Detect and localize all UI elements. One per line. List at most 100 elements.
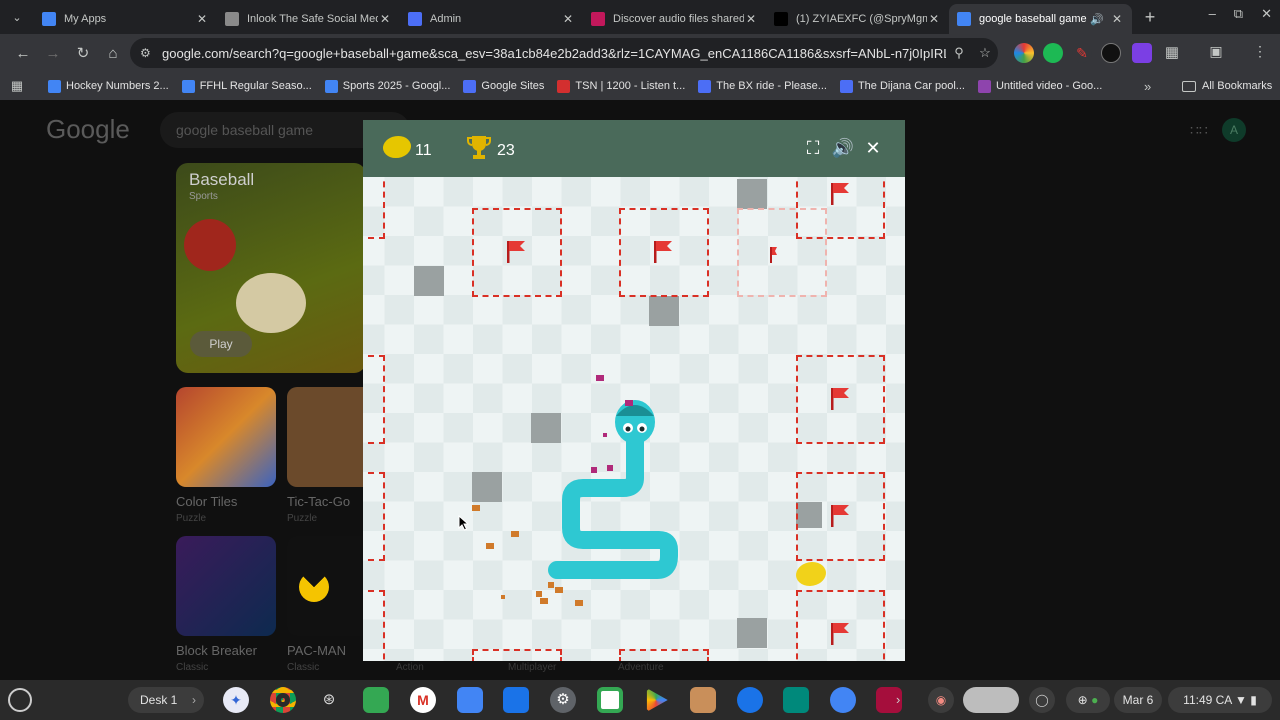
fullscreen-button[interactable]: ⛶ <box>801 136 825 160</box>
bookmark-item[interactable]: The BX ride - Please... <box>698 79 827 93</box>
settings-app-icon[interactable]: ⚙ <box>550 687 576 713</box>
sound-button[interactable]: 🔊 <box>831 136 855 160</box>
bookmark-label: FFHL Regular Seaso... <box>199 80 312 92</box>
site-info-icon[interactable]: ⚙ <box>140 46 158 60</box>
back-button[interactable]: ← <box>8 45 38 62</box>
extension-color-icon[interactable] <box>1014 43 1034 63</box>
chevron-right-icon: › <box>192 693 196 707</box>
character-illustration <box>184 219 236 271</box>
apps-app-icon[interactable] <box>363 687 389 713</box>
bookmark-item[interactable]: Google Sites <box>463 79 544 93</box>
tab-close-icon[interactable]: ✕ <box>378 12 392 26</box>
new-tab-button[interactable]: + <box>1136 7 1164 28</box>
extensions-puzzle-icon[interactable]: ▦ <box>1162 43 1182 63</box>
google-apps-icon[interactable]: ∷∷ <box>1190 122 1208 139</box>
chrome-app-icon[interactable] <box>270 687 296 713</box>
color-tiles-card[interactable] <box>176 387 276 487</box>
tab-close-icon[interactable]: ✕ <box>195 12 209 26</box>
restore-icon[interactable]: ⧉ <box>1234 6 1243 22</box>
meet-app-icon[interactable] <box>597 687 623 713</box>
clock-app-icon[interactable] <box>830 687 856 713</box>
baseball-feature-card[interactable]: Baseball Sports Play <box>176 163 366 373</box>
avatar[interactable]: A <box>1222 118 1246 142</box>
minimize-icon[interactable]: – <box>1209 6 1216 22</box>
messages-app-icon[interactable] <box>737 687 763 713</box>
apps-grid-icon[interactable]: ▦ <box>0 78 34 94</box>
google-logo[interactable]: Google <box>46 114 130 145</box>
bookmark-item[interactable]: TSN | 1200 - Listen t... <box>557 79 685 93</box>
all-bookmarks-button[interactable]: All Bookmarks <box>1182 80 1272 92</box>
photo-app-icon[interactable] <box>690 687 716 713</box>
status-dot-icon: ● <box>1091 693 1099 707</box>
cast-app-icon[interactable]: ⊛ <box>316 687 342 713</box>
tab-search-button[interactable]: ⌄ <box>0 0 34 34</box>
browser-tab[interactable]: My Apps ✕ <box>34 4 217 34</box>
extension-grammar-icon[interactable] <box>1043 43 1063 63</box>
all-bookmarks-label: All Bookmarks <box>1202 80 1273 92</box>
browser-tab[interactable]: Admin ✕ <box>400 4 583 34</box>
tab-close-icon[interactable]: ✕ <box>561 12 575 26</box>
pac-man-card[interactable] <box>287 536 363 636</box>
snake-game-window[interactable]: 11 23 ⛶ 🔊 ✕ <box>363 120 905 661</box>
filter-chip[interactable]: Adventure <box>618 662 664 673</box>
add-status-tray[interactable]: ⊕ ● <box>1066 687 1110 713</box>
filter-chip[interactable]: Multiplayer <box>508 662 556 673</box>
card-title: Tic-Tac-Go <box>287 494 351 509</box>
close-game-button[interactable]: ✕ <box>861 136 885 160</box>
chevron-right-icon[interactable]: › <box>896 692 900 707</box>
desk-switcher[interactable]: Desk 1 › <box>128 687 204 713</box>
game-board[interactable] <box>363 177 905 661</box>
tab-close-icon[interactable]: ✕ <box>1110 12 1124 26</box>
browser-tab[interactable]: Inlook The Safe Social Medi ✕ <box>217 4 400 34</box>
tab-favicon-icon <box>225 12 239 26</box>
location-icon[interactable]: ⚲ <box>946 45 972 61</box>
tic-tac-go-card[interactable] <box>287 387 363 487</box>
tab-close-icon[interactable]: ✕ <box>744 12 758 26</box>
tab-audio-icon[interactable]: 🔊 <box>1090 13 1104 26</box>
docs-app-icon[interactable] <box>783 687 809 713</box>
play-store-app-icon[interactable] <box>646 688 668 712</box>
flag-zone <box>363 355 385 444</box>
close-window-icon[interactable]: ✕ <box>1261 6 1272 22</box>
folder-icon <box>1182 80 1196 92</box>
bookmark-label: Sports 2025 - Googl... <box>342 80 451 92</box>
home-button[interactable]: ⌂ <box>98 45 128 62</box>
screenshot-icon[interactable]: ▣ <box>1206 43 1226 63</box>
address-url[interactable]: google.com/search?q=google+baseball+game… <box>162 46 946 61</box>
bookmark-item[interactable]: FFHL Regular Seaso... <box>181 79 312 93</box>
menu-kebab-icon[interactable]: ⋮ <box>1250 43 1270 63</box>
filter-chip[interactable]: Action <box>396 662 424 673</box>
gmail-app-icon[interactable]: M <box>410 687 436 713</box>
reload-button[interactable]: ↻ <box>68 44 98 62</box>
play-button[interactable]: Play <box>190 331 252 357</box>
extension-pen-icon[interactable]: ✎ <box>1072 43 1092 63</box>
date-tray[interactable]: Mar 6 <box>1114 687 1162 713</box>
status-tray[interactable]: 11:49 CA ▼ ▮ <box>1168 687 1272 713</box>
calendar-app-icon[interactable] <box>457 687 483 713</box>
browser-tab[interactable]: google baseball game 🔊 ✕ <box>949 4 1132 34</box>
gemini-app-icon[interactable]: ✦ <box>223 687 249 713</box>
browser-tab[interactable]: Discover audio files shared ✕ <box>583 4 766 34</box>
card-category: Classic <box>176 662 209 673</box>
bookmark-star-icon[interactable]: ☆ <box>972 45 998 61</box>
bookmark-favicon-icon <box>839 79 853 93</box>
more-bookmarks-icon[interactable]: » <box>1144 79 1151 94</box>
address-bar[interactable]: ⚙ google.com/search?q=google+baseball+ga… <box>130 38 998 68</box>
bookmark-favicon-icon <box>557 79 571 93</box>
extension-dark-icon[interactable] <box>1101 43 1121 63</box>
screen-record-icon[interactable]: ◉ <box>928 687 954 713</box>
tab-close-icon[interactable]: ✕ <box>927 12 941 26</box>
forward-button[interactable]: → <box>38 45 68 62</box>
bookmark-item[interactable]: The Dijana Car pool... <box>839 79 965 93</box>
tab-title: My Apps <box>64 13 107 25</box>
bookmark-item[interactable]: Untitled video - Goo... <box>977 79 1102 93</box>
launcher-button[interactable] <box>8 688 32 712</box>
block-breaker-card[interactable] <box>176 536 276 636</box>
bookmark-item[interactable]: Sports 2025 - Googl... <box>324 79 451 93</box>
bookmark-item[interactable]: Hockey Numbers 2... <box>48 79 169 93</box>
holding-space-tray[interactable] <box>963 687 1019 713</box>
browser-tab[interactable]: (1) ZYIAEXFC (@SpryMgmt ✕ <box>766 4 949 34</box>
extension-purple-icon[interactable] <box>1132 43 1152 63</box>
mic-icon[interactable]: ◯ <box>1029 687 1055 713</box>
files-app-icon[interactable] <box>503 687 529 713</box>
